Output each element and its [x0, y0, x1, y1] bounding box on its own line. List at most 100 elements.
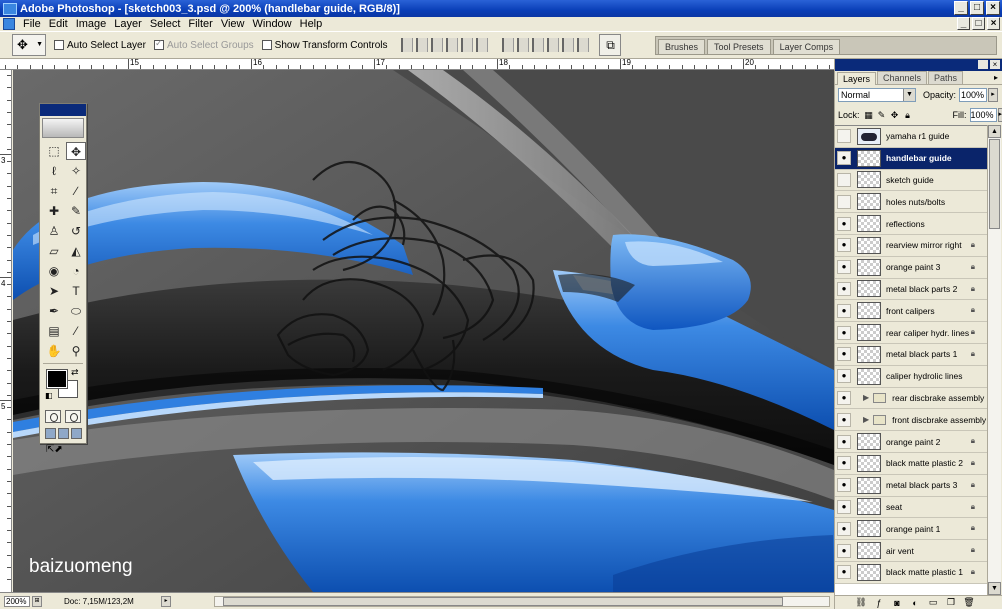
- layer-row[interactable]: ● ▶ front discbrake assembly: [835, 409, 987, 432]
- eye-icon[interactable]: ●: [837, 172, 851, 187]
- eye-icon[interactable]: ●: [837, 303, 851, 318]
- layer-name[interactable]: rear discbrake assembly: [892, 393, 984, 403]
- new-layer-icon[interactable]: ❐: [945, 597, 957, 608]
- eye-icon[interactable]: ●: [837, 412, 851, 427]
- menu-file[interactable]: File: [19, 18, 45, 30]
- jump-to-imageready-icon[interactable]: ⇱⬈: [46, 444, 80, 458]
- slice-tool-icon[interactable]: ∕: [66, 182, 86, 200]
- lock-position-icon[interactable]: ✥: [890, 110, 900, 120]
- layer-row[interactable]: ● orange paint 1 🔒︎: [835, 518, 987, 541]
- scroll-up-icon[interactable]: ▲: [988, 125, 1001, 138]
- eye-icon[interactable]: ●: [837, 347, 851, 362]
- layer-thumbnail[interactable]: [857, 171, 881, 189]
- brush-tool-icon[interactable]: ✎: [66, 202, 86, 220]
- foreground-color-swatch[interactable]: [46, 369, 68, 389]
- layer-thumbnail[interactable]: [857, 324, 881, 342]
- doc-restore-button[interactable]: □: [972, 17, 985, 30]
- file-browser-button[interactable]: ⧉: [599, 34, 622, 56]
- layer-row[interactable]: ● rear caliper hydr. lines 🔒︎: [835, 322, 987, 344]
- show-transform-controls-checkbox[interactable]: Show Transform Controls: [261, 40, 387, 51]
- layer-thumbnail[interactable]: [857, 236, 881, 254]
- layer-name[interactable]: orange paint 3: [886, 262, 940, 272]
- checkbox-box[interactable]: [54, 40, 64, 50]
- eye-icon[interactable]: ●: [837, 434, 851, 449]
- eye-icon[interactable]: ●: [837, 151, 851, 166]
- layer-row[interactable]: ● handlebar guide: [835, 147, 987, 170]
- shape-tool-icon[interactable]: ⬭: [66, 302, 86, 320]
- layer-thumbnail[interactable]: [857, 149, 881, 167]
- swap-colors-icon[interactable]: ⇄: [71, 367, 79, 378]
- hand-tool-icon[interactable]: ✋: [44, 342, 64, 360]
- tab-paths[interactable]: Paths: [928, 71, 964, 84]
- layer-thumbnail[interactable]: [857, 193, 881, 211]
- minimize-button[interactable]: _: [954, 1, 968, 15]
- eye-icon[interactable]: ●: [837, 325, 851, 340]
- menu-image[interactable]: Image: [72, 18, 111, 30]
- layer-row[interactable]: ● rearview mirror right 🔒︎: [835, 234, 987, 257]
- layer-row[interactable]: ● orange paint 2 🔒︎: [835, 431, 987, 453]
- vertical-ruler[interactable]: 3 4 5: [0, 70, 12, 592]
- fill-slider-button[interactable]: ▸: [997, 108, 1002, 122]
- zoom-tool-icon[interactable]: ⚲: [66, 342, 86, 360]
- layer-row[interactable]: ● reflections: [835, 213, 987, 235]
- align-horizontal-centers-icon[interactable]: [461, 38, 474, 52]
- toolbox-title-bar[interactable]: [40, 104, 86, 116]
- layer-name[interactable]: front calipers: [886, 306, 935, 316]
- checkbox-box[interactable]: [261, 40, 272, 50]
- horizontal-scrollbar[interactable]: [214, 596, 830, 607]
- layer-row[interactable]: ● metal black parts 3 🔒︎: [835, 474, 987, 497]
- opacity-field[interactable]: 100%: [959, 88, 988, 102]
- layer-row[interactable]: ● seat 🔒︎: [835, 496, 987, 519]
- layer-thumbnail[interactable]: [857, 563, 881, 581]
- scrollbar-thumb[interactable]: [989, 139, 1000, 229]
- layer-style-icon[interactable]: ƒ: [873, 598, 885, 608]
- scroll-down-icon[interactable]: ▼: [988, 582, 1001, 595]
- tool-preset-picker[interactable]: ✥ ▼: [12, 34, 46, 56]
- layer-thumbnail[interactable]: [857, 454, 881, 472]
- layer-name[interactable]: metal black parts 2: [886, 284, 957, 294]
- layer-row[interactable]: ● air vent 🔒︎: [835, 540, 987, 562]
- eye-icon[interactable]: ●: [837, 478, 851, 493]
- eye-icon[interactable]: ●: [837, 281, 851, 296]
- layer-thumbnail[interactable]: [857, 520, 881, 538]
- layer-name[interactable]: black matte plastic 2: [886, 458, 963, 468]
- eye-icon[interactable]: ●: [837, 390, 851, 405]
- palette-minimize-button[interactable]: [978, 60, 988, 69]
- tab-layers[interactable]: Layers: [837, 72, 877, 85]
- tab-channels[interactable]: Channels: [877, 71, 928, 84]
- distribute-top-icon[interactable]: [502, 38, 515, 52]
- expand-triangle-icon[interactable]: ▶: [863, 393, 869, 402]
- distribute-vcenter-icon[interactable]: [517, 38, 530, 52]
- opacity-slider-button[interactable]: ▸: [988, 88, 999, 102]
- close-button[interactable]: ×: [986, 1, 1000, 15]
- paint-bucket-tool-icon[interactable]: ◭: [66, 242, 86, 260]
- distribute-hcenter-icon[interactable]: [562, 38, 575, 52]
- layer-thumbnail[interactable]: [857, 345, 881, 363]
- align-left-edges-icon[interactable]: [446, 38, 459, 52]
- horizontal-ruler[interactable]: 15 16 17 18 19 20: [0, 59, 834, 70]
- adobe-online-icon[interactable]: [42, 118, 84, 138]
- layer-thumbnail[interactable]: [857, 542, 881, 560]
- layer-name[interactable]: holes nuts/bolts: [886, 197, 945, 207]
- move-tool-icon[interactable]: ✥: [66, 142, 86, 160]
- lock-image-pixels-icon[interactable]: ✎: [877, 110, 887, 120]
- layer-row[interactable]: ● yamaha r1 guide: [835, 126, 987, 148]
- eye-icon[interactable]: ●: [837, 499, 851, 514]
- distribute-right-icon[interactable]: [577, 38, 590, 52]
- layer-name[interactable]: front discbrake assembly: [892, 415, 986, 425]
- layer-name[interactable]: orange paint 1: [886, 524, 940, 534]
- eye-icon[interactable]: ●: [837, 456, 851, 471]
- standard-screen-mode-icon[interactable]: [45, 428, 56, 439]
- auto-select-layer-checkbox[interactable]: Auto Select Layer: [54, 40, 146, 51]
- layer-thumbnail[interactable]: [857, 476, 881, 494]
- blend-mode-select[interactable]: Normal ▼: [838, 88, 916, 102]
- well-tab-brushes[interactable]: Brushes: [658, 39, 706, 54]
- menu-help[interactable]: Help: [296, 18, 327, 30]
- pen-tool-icon[interactable]: ✒: [44, 302, 64, 320]
- layer-row[interactable]: ● orange paint 3 🔒︎: [835, 256, 987, 279]
- clone-stamp-tool-icon[interactable]: ♙: [44, 222, 64, 240]
- layer-name[interactable]: air vent: [886, 546, 914, 556]
- layer-name[interactable]: orange paint 2: [886, 437, 940, 447]
- menu-edit[interactable]: Edit: [45, 18, 72, 30]
- distribute-left-icon[interactable]: [547, 38, 560, 52]
